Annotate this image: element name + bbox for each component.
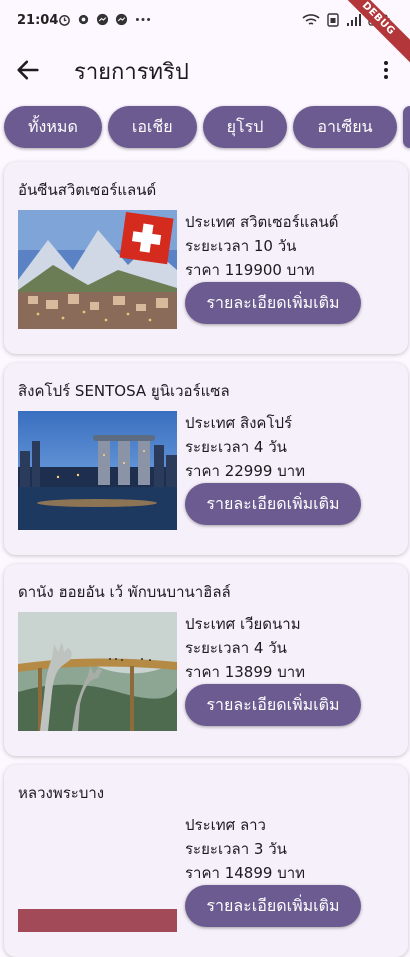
status-bar: 21:04 DEBUG <box>0 0 410 68</box>
settings-icon <box>78 14 89 25</box>
trip-country: ประเทศ เวียดนาม <box>185 615 301 633</box>
trip-name: ดานัง ฮอยอัน เว้ พักบนบานาฮิลล์ <box>18 583 231 601</box>
trip-duration: ระยะเวลา 3 วัน <box>185 840 287 858</box>
trip-duration: ระยะเวลา 10 วัน <box>185 237 297 255</box>
trip-info: ประเทศ ลาว ระยะเวลา 3 วัน ราคา 14899 บาท <box>185 813 305 885</box>
trip-name: หลวงพระบาง <box>18 784 105 802</box>
status-time: 21:04 <box>17 13 59 28</box>
signal-icon <box>347 14 361 26</box>
trip-card: อันซีนสวิตเซอร์แลนด์ ประเทศ สวิตเซอร์แลน… <box>4 162 408 354</box>
details-button[interactable]: รายละเอียดเพิ่มเติม <box>185 282 361 324</box>
trip-name: สิงคโปร์ SENTOSA ยูนิเวอร์แซล <box>18 382 230 400</box>
notification-icons <box>58 13 152 26</box>
trip-country: ประเทศ ลาว <box>185 816 266 834</box>
app-bar: รายการทริป <box>0 44 410 96</box>
trip-country: ประเทศ สิงคโปร์ <box>185 414 293 432</box>
trip-photo <box>18 612 177 731</box>
trip-duration: ระยะเวลา 4 วัน <box>185 639 287 657</box>
trip-card: ดานัง ฮอยอัน เว้ พักบนบานาฮิลล์ ประเทศ เ… <box>4 564 408 756</box>
trip-photo <box>18 411 177 530</box>
trip-card: สิงคโปร์ SENTOSA ยูนิเวอร์แซล ประเทศ สิง… <box>4 363 408 555</box>
alarm-icon <box>59 15 70 26</box>
trip-photo <box>18 210 177 329</box>
filter-chip-europe[interactable]: ยุโรป <box>202 106 288 148</box>
details-button[interactable]: รายละเอียดเพิ่มเติม <box>185 684 361 726</box>
trip-price: ราคา 14899 บาท <box>185 864 306 882</box>
trip-price: ราคา 119900 บาท <box>185 261 315 279</box>
more-horizontal-icon <box>135 18 151 21</box>
trip-info: ประเทศ สิงคโปร์ ระยะเวลา 4 วัน ราคา 2299… <box>185 411 305 483</box>
details-button[interactable]: รายละเอียดเพิ่มเติม <box>185 885 361 927</box>
filter-chip-all[interactable]: ทั้งหมด <box>4 106 102 148</box>
messenger-icon <box>96 13 109 26</box>
trip-card: หลวงพระบาง ประเทศ ลาว ระยะเวลา 3 วัน ราค… <box>4 765 408 957</box>
trip-photo <box>18 813 177 932</box>
trip-info: ประเทศ สวิตเซอร์แลนด์ ระยะเวลา 10 วัน รา… <box>185 210 339 282</box>
more-vertical-icon[interactable] <box>374 58 398 82</box>
trip-name: อันซีนสวิตเซอร์แลนด์ <box>18 181 157 199</box>
trip-info: ประเทศ เวียดนาม ระยะเวลา 4 วัน ราคา 1389… <box>185 612 305 684</box>
filter-chip-overflow[interactable] <box>402 106 410 148</box>
filter-chip-asia[interactable]: เอเชีย <box>107 106 197 148</box>
sim-icon <box>327 13 339 27</box>
details-button[interactable]: รายละเอียดเพิ่มเติม <box>185 483 361 525</box>
wifi-icon <box>302 14 320 25</box>
trip-price: ราคา 13899 บาท <box>185 663 306 681</box>
arrow-left-icon[interactable] <box>14 56 42 84</box>
trip-duration: ระยะเวลา 4 วัน <box>185 438 287 456</box>
page-title: รายการทริป <box>74 60 189 85</box>
trip-country: ประเทศ สวิตเซอร์แลนด์ <box>185 213 339 231</box>
messenger-icon <box>115 13 128 26</box>
filter-chip-asean[interactable]: อาเซียน <box>293 106 397 148</box>
trip-price: ราคา 22999 บาท <box>185 462 306 480</box>
filter-chip-row: ทั้งหมด เอเชีย ยุโรป อาเซียน <box>4 106 410 148</box>
